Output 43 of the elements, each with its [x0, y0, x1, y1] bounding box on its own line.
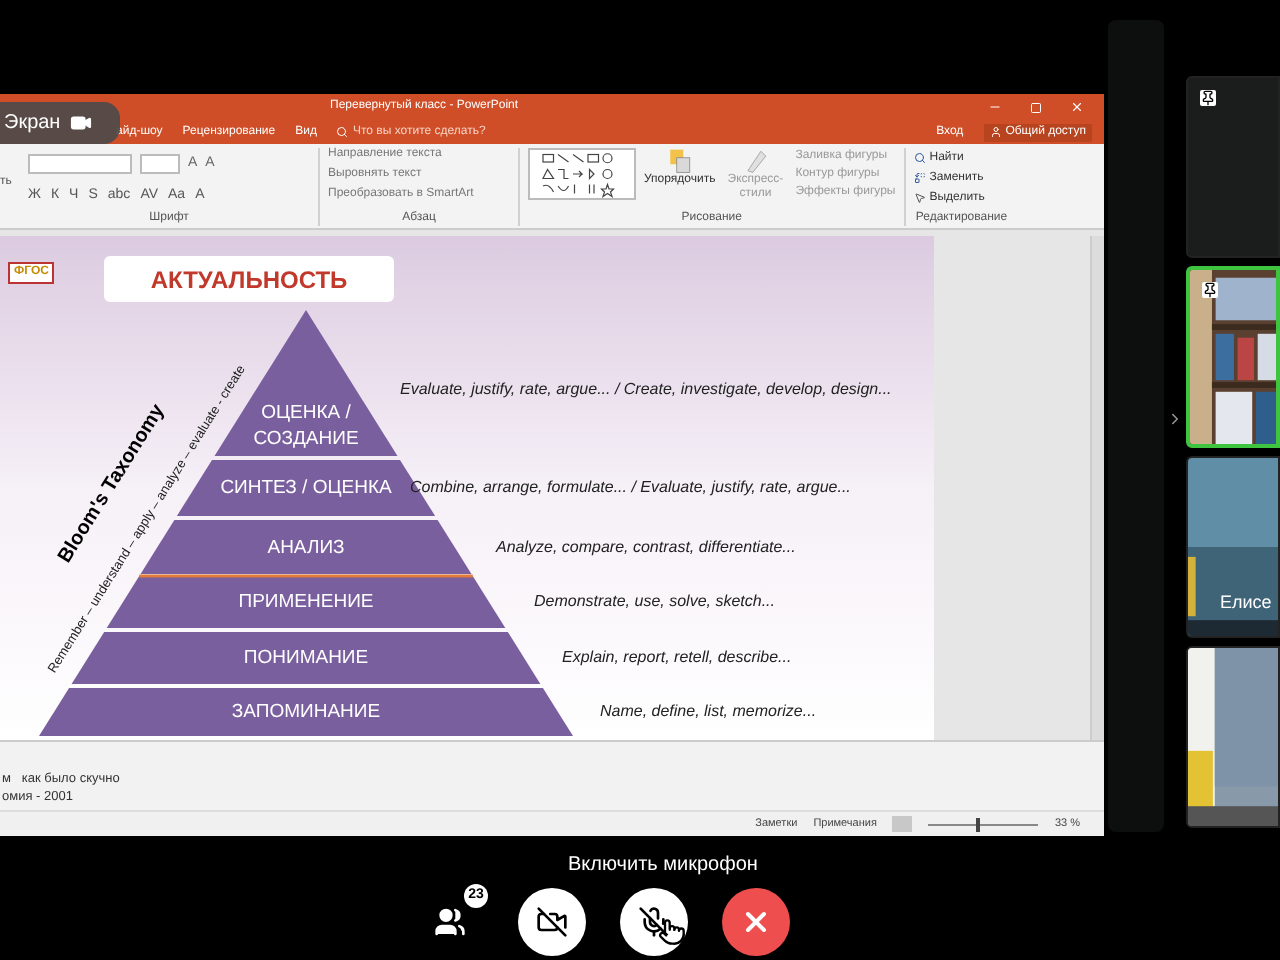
maximize-icon[interactable] — [1030, 101, 1042, 113]
cursor-icon — [658, 918, 686, 946]
level-label: СИНТЕЗ / ОЦЕНКА — [220, 475, 392, 501]
slide-title: АКТУАЛЬНОСТЬ — [150, 263, 348, 297]
level-label: АНАЛИЗ — [267, 535, 345, 561]
zoom-slider-thumb[interactable] — [976, 817, 981, 831]
pin-icon[interactable] — [1200, 90, 1216, 106]
person-icon — [989, 126, 1002, 138]
font-size-field[interactable] — [140, 153, 180, 173]
chevron-right-icon[interactable] — [1166, 409, 1184, 427]
screen-share-badge[interactable]: Экран — [0, 102, 120, 144]
pin-icon[interactable] — [1202, 282, 1218, 298]
camera-button[interactable] — [518, 888, 586, 956]
level-description: Demonstrate, use, solve, sketch... — [534, 590, 775, 614]
select-icon — [913, 192, 926, 204]
zoom-slider[interactable] — [928, 817, 1039, 831]
participants-icon[interactable] — [434, 906, 466, 938]
quick-styles-icon — [743, 148, 768, 174]
arrange-icon — [667, 148, 692, 174]
microphone-button[interactable] — [620, 888, 688, 956]
level-label: ЗАПОМИНАНИЕ — [231, 699, 381, 725]
replace-icon — [913, 172, 926, 184]
level-label: ПРИМЕНЕНИЕ — [238, 589, 374, 615]
participant-name: Елисе — [1220, 589, 1272, 615]
participant-tile[interactable] — [1186, 76, 1280, 258]
participant-tile[interactable]: Елисе — [1186, 456, 1280, 638]
level-description: Name, define, list, memorize... — [600, 700, 817, 724]
scrollbar[interactable] — [1090, 236, 1104, 740]
level-label: ПОНИМАНИЕ — [243, 645, 369, 671]
tooltip-text: Включить микрофон — [568, 852, 758, 880]
font-name-field[interactable] — [28, 153, 132, 173]
microphone-off-icon — [638, 906, 670, 938]
level-description: Explain, report, retell, describe... — [562, 646, 792, 670]
level-description: Analyze, compare, contrast, differentiate... — [496, 536, 796, 560]
camera-off-icon — [536, 906, 568, 938]
close-icon — [740, 906, 772, 938]
level-description: Evaluate, justify, rate, argue... / Create, investigate, develop, design... — [400, 378, 892, 402]
shapes-gallery-icon[interactable] — [528, 148, 636, 200]
leave-button[interactable] — [722, 888, 790, 956]
level-label: ОЦЕНКА / СОЗДАНИЕ — [251, 400, 361, 452]
close-icon[interactable] — [1070, 100, 1084, 114]
search-icon — [913, 152, 926, 164]
camera-icon — [70, 112, 93, 134]
